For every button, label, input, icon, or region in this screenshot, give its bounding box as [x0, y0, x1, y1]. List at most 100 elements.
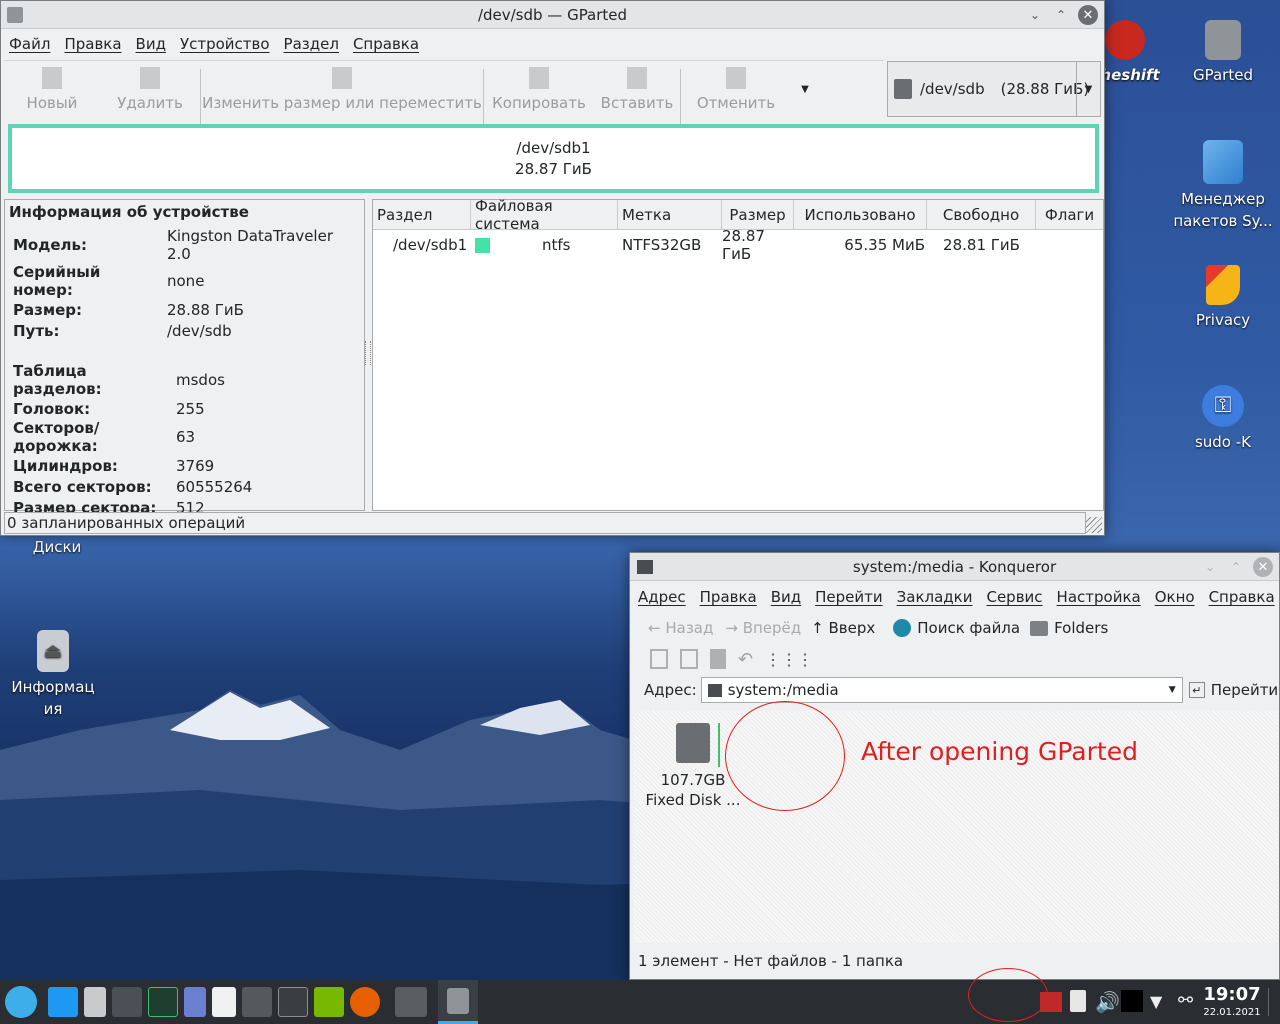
calculator-icon[interactable]: [242, 987, 272, 1017]
copy-icon[interactable]: [650, 649, 668, 669]
usb-icon[interactable]: ⚯: [1178, 990, 1193, 1011]
info-row: Секторов/дорожка: 63: [13, 419, 196, 455]
delete-button[interactable]: Удалить: [100, 61, 200, 118]
menu-help[interactable]: Справка: [353, 35, 419, 53]
undo-button[interactable]: Отменить: [681, 61, 791, 118]
screenshot-icon[interactable]: [278, 987, 308, 1017]
close-icon[interactable]: ✕: [1253, 557, 1273, 577]
copy-button[interactable]: Копировать: [484, 61, 594, 118]
clock[interactable]: 19:07 22.01.2021: [1200, 984, 1264, 1020]
file-manager-icon[interactable]: [48, 987, 78, 1017]
maximize-icon[interactable]: ⌃: [1052, 6, 1070, 24]
desktop-icon-gparted[interactable]: GParted: [1173, 20, 1273, 86]
new-button[interactable]: Новый: [4, 61, 100, 118]
paste-button[interactable]: Вставить: [594, 61, 680, 118]
document-icon[interactable]: [212, 987, 236, 1017]
up-button[interactable]: ↑ Вверх: [811, 619, 875, 637]
col-size[interactable]: Размер: [722, 200, 794, 229]
menu-edit[interactable]: Правка: [64, 35, 121, 53]
gparted-titlebar[interactable]: /dev/sdb — GParted ⌄ ⌃ ✕: [1, 1, 1104, 29]
display-icon[interactable]: [395, 987, 427, 1017]
desktop-icon-package-manager[interactable]: Менеджер пакетов Sy...: [1173, 140, 1273, 232]
trash-icon[interactable]: [710, 649, 726, 669]
show-desktop-button[interactable]: [1268, 988, 1278, 1016]
folders-button[interactable]: Folders: [1030, 619, 1108, 637]
back-button[interactable]: ← Назад: [648, 619, 713, 637]
cursor-icon[interactable]: [184, 987, 206, 1017]
partition-list: Раздел Файловая система Метка Размер Исп…: [372, 197, 1104, 511]
maximize-icon[interactable]: ⌃: [1227, 558, 1245, 576]
volume-icon[interactable]: 🔊: [1095, 990, 1120, 1014]
close-icon[interactable]: ✕: [1078, 5, 1098, 25]
firefox-icon[interactable]: [350, 987, 380, 1017]
resize-grip-icon[interactable]: [1086, 517, 1102, 533]
menu-partition[interactable]: Раздел: [284, 35, 339, 53]
col-flags[interactable]: Флаги: [1036, 200, 1103, 229]
tray-red-icon[interactable]: [1040, 992, 1062, 1012]
info-row: Головок: 255: [13, 399, 205, 418]
resize-move-button[interactable]: Изменить размер или переместить: [201, 61, 483, 118]
menu-location[interactable]: Адрес: [638, 588, 686, 606]
col-used[interactable]: Использовано: [794, 200, 927, 229]
device-selector[interactable]: /dev/sdb (28.88 ГиБ) ▼: [887, 61, 1101, 117]
partition-graph[interactable]: /dev/sdb1 28.87 ГиБ: [8, 124, 1099, 193]
address-input[interactable]: system:/media ▼: [700, 677, 1183, 703]
menu-window[interactable]: Окно: [1155, 588, 1195, 606]
menu-go[interactable]: Перейти: [815, 588, 883, 606]
gparted-menubar: Файл Правка Вид Устройство Раздел Справк…: [1, 29, 1104, 59]
desktop-icon-sudo[interactable]: ⚿ sudo -K: [1173, 385, 1273, 453]
gparted-toolbar: Новый Удалить Изменить размер или переме…: [4, 60, 884, 137]
pane-splitter-handle[interactable]: [365, 341, 371, 365]
view-mode-icon[interactable]: ⋮⋮⋮: [765, 650, 813, 669]
col-free[interactable]: Свободно: [927, 200, 1036, 229]
graph-partition-name: /dev/sdb1: [516, 138, 591, 157]
menu-settings[interactable]: Настройка: [1057, 588, 1141, 606]
find-button[interactable]: Поиск файла: [893, 619, 1020, 637]
paste-icon[interactable]: [680, 649, 698, 669]
menu-view[interactable]: Вид: [771, 588, 801, 606]
app-launcher-icon[interactable]: [5, 986, 37, 1018]
trash-icon: [140, 67, 160, 89]
terminal-icon[interactable]: [112, 987, 142, 1017]
window-icon: [637, 560, 653, 574]
col-filesystem[interactable]: Файловая система: [471, 197, 618, 233]
menu-edit[interactable]: Правка: [700, 588, 757, 606]
chevron-down-icon[interactable]: ▼: [1169, 685, 1176, 695]
clipboard-icon[interactable]: [1070, 990, 1086, 1012]
nvidia-icon[interactable]: [314, 987, 344, 1017]
minimize-icon[interactable]: ⌄: [1201, 558, 1219, 576]
disk-icon: [676, 723, 710, 763]
minimize-icon[interactable]: ⌄: [1026, 6, 1044, 24]
table-row[interactable]: /dev/sdb1 ntfs NTFS32GB 28.87 ГиБ 65.35 …: [373, 227, 1103, 263]
desktop-icon-disks[interactable]: Диски: [7, 536, 107, 558]
menu-file[interactable]: Файл: [9, 35, 50, 53]
menu-view[interactable]: Вид: [136, 35, 166, 53]
menu-device[interactable]: Устройство: [180, 35, 270, 53]
eject-icon: ⏏: [37, 630, 69, 672]
cell-size: 28.87 ГиБ: [722, 227, 765, 263]
device-info-table-2: Таблица разделов: msdos Головок: 255 Секто…: [9, 362, 256, 518]
toolbar-overflow-icon[interactable]: ▼: [791, 61, 819, 118]
status-text: 0 запланированных операций: [7, 514, 246, 532]
gparted-task-icon[interactable]: [438, 980, 478, 1024]
paste-icon: [627, 67, 647, 89]
network-icon[interactable]: ▼: [1150, 992, 1162, 1011]
col-label[interactable]: Метка: [618, 200, 722, 229]
menu-bookmarks[interactable]: Закладки: [897, 588, 973, 606]
menu-tools[interactable]: Сервис: [986, 588, 1042, 606]
undo-icon[interactable]: ↶: [738, 649, 753, 670]
desktop-icon-privacy[interactable]: Privacy: [1173, 265, 1273, 331]
tray-black-icon[interactable]: [1121, 990, 1143, 1012]
eheshift-icon: [1105, 20, 1145, 60]
col-partition[interactable]: Раздел: [373, 200, 471, 229]
dropdown-arrow-icon[interactable]: ▼: [1076, 62, 1100, 116]
system-monitor-icon[interactable]: [148, 987, 178, 1017]
window-icon: [7, 7, 23, 23]
desktop-icon-label: Privacy: [1195, 311, 1251, 329]
konqueror-titlebar[interactable]: system:/media - Konqueror ⌄ ⌃ ✕: [630, 553, 1279, 581]
desktop-icon-info[interactable]: ⏏ Информация: [3, 630, 103, 720]
forward-button[interactable]: → Вперёд: [725, 619, 801, 637]
thermometer-icon[interactable]: [84, 987, 106, 1017]
go-button[interactable]: ↵ Перейти: [1188, 681, 1278, 699]
menu-help[interactable]: Справка: [1209, 588, 1275, 606]
